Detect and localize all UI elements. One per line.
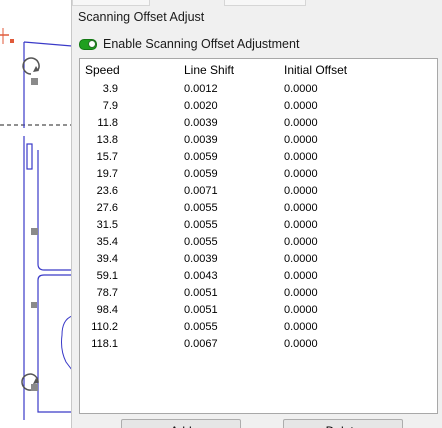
cell-initial-offset: 0.0000 <box>284 338 318 350</box>
cell-initial-offset: 0.0000 <box>284 168 318 180</box>
cell-line-shift: 0.0055 <box>184 202 218 214</box>
table-row[interactable]: 11.8 0.0039 0.0000 <box>80 116 437 133</box>
cell-speed: 110.2 <box>91 321 118 333</box>
cell-line-shift: 0.0051 <box>184 287 218 299</box>
column-header-line-shift[interactable]: Line Shift <box>184 63 234 77</box>
column-header-speed[interactable]: Speed <box>85 63 120 77</box>
toggle-knob <box>88 39 96 48</box>
cell-line-shift: 0.0039 <box>184 117 218 129</box>
cell-line-shift: 0.0059 <box>184 151 218 163</box>
cell-speed: 7.9 <box>102 100 118 112</box>
table-header: Speed Line Shift Initial Offset <box>80 63 437 79</box>
cell-line-shift: 0.0059 <box>184 168 218 180</box>
add-button[interactable]: Add <box>121 419 241 428</box>
cell-speed: 59.1 <box>96 270 118 282</box>
cell-initial-offset: 0.0000 <box>284 321 318 333</box>
cell-speed: 13.8 <box>96 134 118 146</box>
cell-line-shift: 0.0055 <box>184 321 218 333</box>
rotate-icon[interactable] <box>22 57 40 75</box>
cell-line-shift: 0.0067 <box>184 338 218 350</box>
cell-speed: 31.5 <box>96 219 118 231</box>
cell-initial-offset: 0.0000 <box>284 83 318 95</box>
cell-initial-offset: 0.0000 <box>284 270 318 282</box>
cell-initial-offset: 0.0000 <box>284 100 318 112</box>
cell-initial-offset: 0.0000 <box>284 287 318 299</box>
cell-line-shift: 0.0039 <box>184 253 218 265</box>
cell-speed: 39.4 <box>96 253 118 265</box>
cell-speed: 15.7 <box>96 151 118 163</box>
design-outline <box>37 274 72 413</box>
table-row[interactable]: 98.4 0.0051 0.0000 <box>80 303 437 320</box>
cell-line-shift: 0.0012 <box>184 83 218 95</box>
column-header-initial-offset[interactable]: Initial Offset <box>284 63 347 77</box>
enable-scanning-offset-row[interactable]: Enable Scanning Offset Adjustment <box>79 35 299 53</box>
cell-line-shift: 0.0071 <box>184 185 218 197</box>
table-row[interactable]: 19.7 0.0059 0.0000 <box>80 167 437 184</box>
table-row[interactable]: 118.1 0.0067 0.0000 <box>80 337 437 354</box>
cell-initial-offset: 0.0000 <box>284 236 318 248</box>
table-row[interactable]: 27.6 0.0055 0.0000 <box>80 201 437 218</box>
cell-line-shift: 0.0043 <box>184 270 218 282</box>
cell-speed: 78.7 <box>96 287 118 299</box>
canvas-drawing <box>0 28 72 420</box>
table-row[interactable]: 3.9 0.0012 0.0000 <box>80 82 437 99</box>
resize-handle-icon <box>31 228 38 235</box>
table-row[interactable]: 23.6 0.0071 0.0000 <box>80 184 437 201</box>
table-row[interactable]: 39.4 0.0039 0.0000 <box>80 252 437 269</box>
cell-initial-offset: 0.0000 <box>284 185 318 197</box>
table-body: 3.9 0.0012 0.0000 7.9 0.0020 0.0000 11.8 0.0039… <box>80 82 437 354</box>
resize-handle-icon <box>31 302 37 308</box>
cell-line-shift: 0.0051 <box>184 304 218 316</box>
cell-initial-offset: 0.0000 <box>284 202 318 214</box>
cell-speed: 35.4 <box>96 236 118 248</box>
resize-handle-icon <box>31 78 38 85</box>
delete-button[interactable]: Delete <box>283 419 403 428</box>
cell-speed: 118.1 <box>91 338 118 350</box>
cell-speed: 23.6 <box>96 185 118 197</box>
app-window: Scanning Offset Adjust Enable Scanning O… <box>0 0 442 428</box>
table-row[interactable]: 78.7 0.0051 0.0000 <box>80 286 437 303</box>
cell-initial-offset: 0.0000 <box>284 151 318 163</box>
cell-initial-offset: 0.0000 <box>284 253 318 265</box>
table-row[interactable]: 31.5 0.0055 0.0000 <box>80 218 437 235</box>
tab-stub[interactable] <box>224 0 306 6</box>
cell-speed: 27.6 <box>96 202 118 214</box>
origin-marker-icon <box>0 28 14 44</box>
cell-speed: 98.4 <box>96 304 118 316</box>
design-canvas[interactable] <box>0 0 72 428</box>
enable-toggle-switch[interactable] <box>79 38 97 50</box>
table-row[interactable]: 15.7 0.0059 0.0000 <box>80 150 437 167</box>
cell-line-shift: 0.0055 <box>184 236 218 248</box>
table-row[interactable]: 7.9 0.0020 0.0000 <box>80 99 437 116</box>
cell-initial-offset: 0.0000 <box>284 304 318 316</box>
resize-handle-icon <box>31 384 38 391</box>
cell-initial-offset: 0.0000 <box>284 117 318 129</box>
cell-speed: 19.7 <box>96 168 118 180</box>
table-row[interactable]: 59.1 0.0043 0.0000 <box>80 269 437 286</box>
enable-scanning-offset-label: Enable Scanning Offset Adjustment <box>103 37 300 51</box>
cell-line-shift: 0.0039 <box>184 134 218 146</box>
cell-line-shift: 0.0020 <box>184 100 218 112</box>
cell-speed: 11.8 <box>97 117 118 129</box>
table-row[interactable]: 35.4 0.0055 0.0000 <box>80 235 437 252</box>
group-title: Scanning Offset Adjust <box>78 10 205 24</box>
table-row[interactable]: 13.8 0.0039 0.0000 <box>80 133 437 150</box>
cell-initial-offset: 0.0000 <box>284 219 318 231</box>
tab-stub[interactable] <box>72 0 150 6</box>
cell-speed: 3.9 <box>102 83 118 95</box>
design-outline <box>37 150 72 271</box>
cell-initial-offset: 0.0000 <box>284 134 318 146</box>
cell-line-shift: 0.0055 <box>184 219 218 231</box>
design-slot <box>26 143 33 170</box>
scanning-offset-panel: Scanning Offset Adjust Enable Scanning O… <box>71 0 442 428</box>
table-row[interactable]: 110.2 0.0055 0.0000 <box>80 320 437 337</box>
offset-table[interactable]: Speed Line Shift Initial Offset 3.9 0.001… <box>79 58 438 414</box>
